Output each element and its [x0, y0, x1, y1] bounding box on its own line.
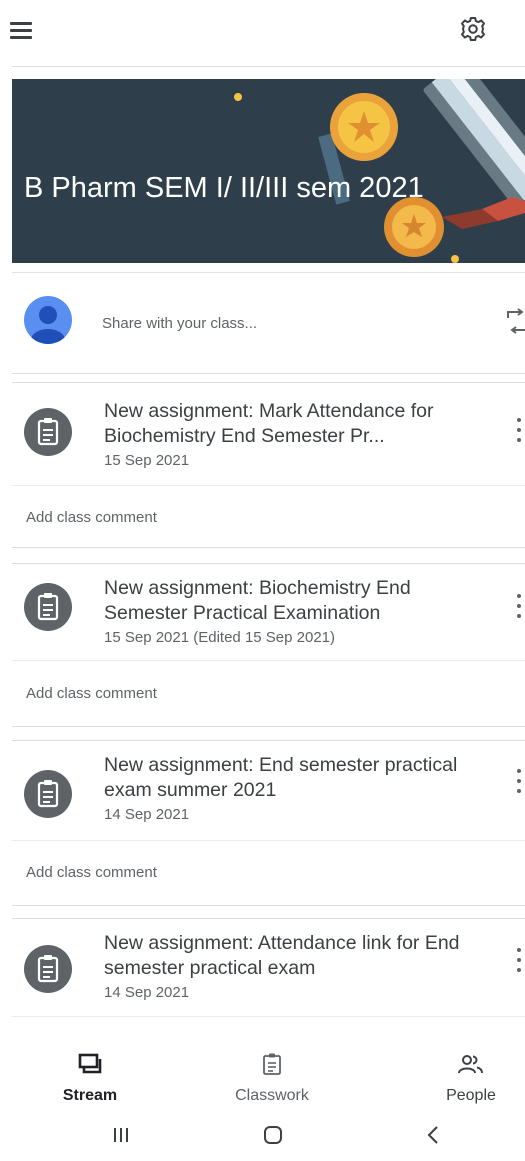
add-class-comment-button[interactable]: Add class comment	[26, 509, 157, 526]
post-divider	[12, 918, 525, 919]
post-divider	[12, 726, 525, 727]
more-options-icon[interactable]	[514, 945, 524, 975]
comment-divider	[12, 485, 525, 486]
post-divider	[12, 382, 525, 383]
comment-divider	[12, 660, 525, 661]
post-divider	[12, 547, 525, 548]
tab-label: Stream	[62, 1087, 118, 1104]
add-class-comment-button[interactable]: Add class comment	[26, 864, 157, 881]
comment-divider	[12, 1016, 525, 1017]
repost-icon[interactable]	[506, 308, 525, 334]
home-icon[interactable]	[260, 1122, 286, 1148]
post-title[interactable]: New assignment: Mark Attendance for Bioc…	[104, 399, 496, 449]
back-icon[interactable]	[420, 1122, 446, 1148]
post-date: 14 Sep 2021	[104, 806, 190, 823]
assignment-icon	[24, 945, 72, 993]
share-input[interactable]: Share with your class...	[102, 315, 257, 332]
system-navigation-bar	[0, 1118, 525, 1161]
stream-icon	[78, 1053, 102, 1074]
post-divider	[12, 740, 525, 741]
assignment-icon	[24, 408, 72, 456]
comment-divider	[12, 840, 525, 841]
post-title[interactable]: New assignment: Attendance link for End …	[104, 931, 496, 981]
post-date: 15 Sep 2021	[104, 452, 190, 469]
add-class-comment-button[interactable]: Add class comment	[26, 685, 157, 702]
post-divider	[12, 563, 525, 564]
post-title[interactable]: New assignment: Biochemistry End Semeste…	[104, 576, 496, 626]
share-bottom-divider	[12, 373, 525, 374]
more-options-icon[interactable]	[514, 415, 524, 445]
share-divider	[12, 272, 525, 273]
tab-label: Classwork	[235, 1087, 309, 1104]
people-icon	[458, 1055, 483, 1074]
tab-stream[interactable]: Stream	[40, 1040, 140, 1115]
class-banner[interactable]: B Pharm SEM I/ II/III sem 2021	[12, 79, 525, 263]
class-title: B Pharm SEM I/ II/III sem 2021	[24, 172, 424, 204]
post-divider	[12, 905, 525, 906]
tab-label: People	[446, 1087, 496, 1104]
post-date: 15 Sep 2021 (Edited 15 Sep 2021)	[104, 629, 336, 646]
recents-icon[interactable]	[108, 1122, 134, 1148]
banner-illustration	[234, 79, 525, 263]
more-options-icon[interactable]	[514, 766, 524, 796]
tab-people[interactable]: People	[425, 1040, 517, 1115]
gear-icon[interactable]	[458, 14, 488, 44]
bottom-navigation: Stream Classwork People	[0, 1040, 525, 1115]
header-divider	[12, 66, 525, 67]
post-date: 14 Sep 2021	[104, 984, 190, 1001]
menu-icon[interactable]	[10, 22, 32, 40]
post-title[interactable]: New assignment: End semester practical e…	[104, 753, 496, 803]
default-avatar-icon	[24, 296, 72, 344]
assignment-icon	[24, 583, 72, 631]
more-options-icon[interactable]	[514, 591, 524, 621]
assignment-icon	[24, 770, 72, 818]
tab-classwork[interactable]: Classwork	[222, 1040, 322, 1115]
classwork-icon	[263, 1053, 281, 1075]
